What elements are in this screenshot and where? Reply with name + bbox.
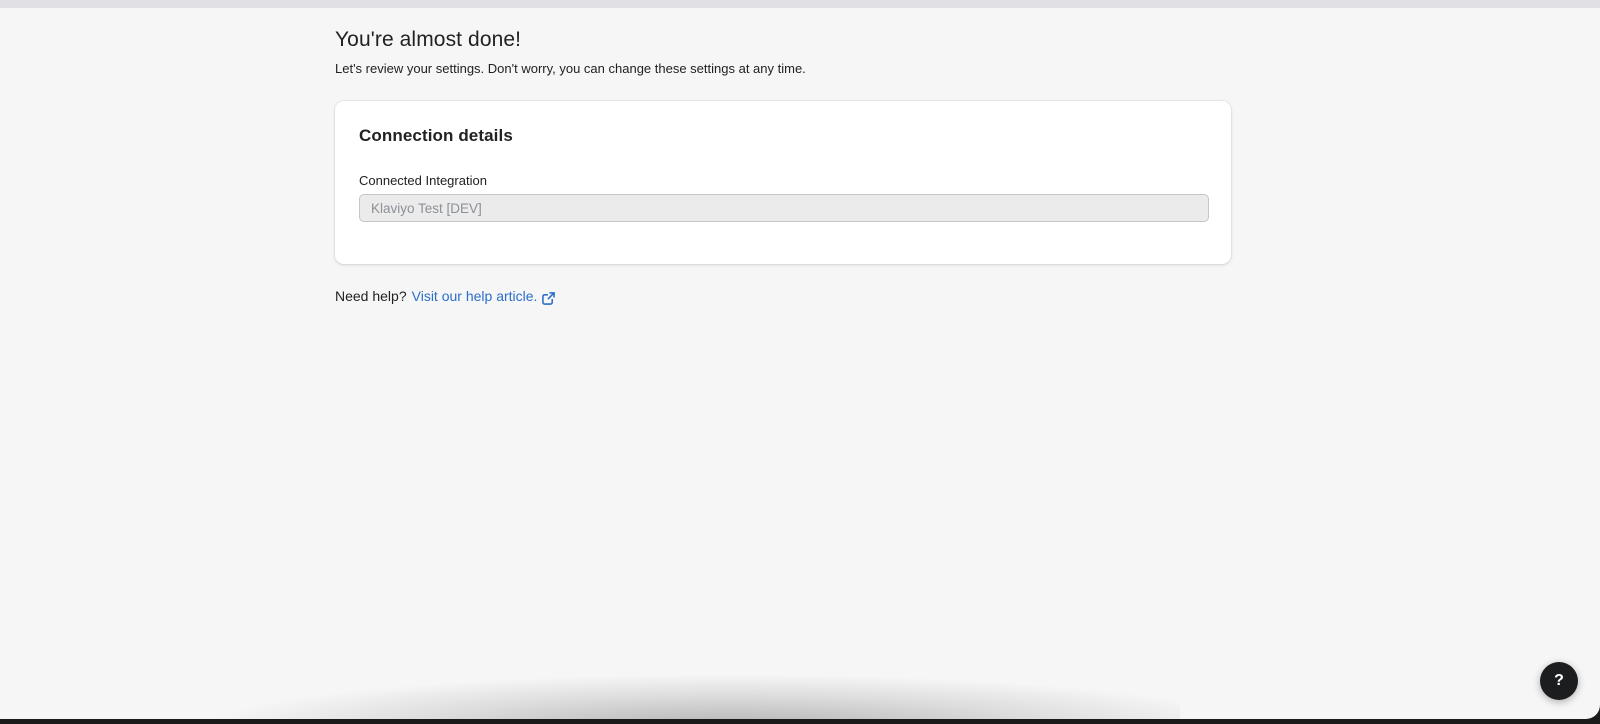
bottom-window-shadow xyxy=(180,659,1180,719)
help-article-link[interactable]: Visit our help article. xyxy=(412,286,556,306)
help-link-label: Visit our help article. xyxy=(412,286,538,306)
top-strip xyxy=(0,0,1600,8)
page-subtitle: Let's review your settings. Don't worry,… xyxy=(335,60,1231,78)
connected-integration-field: Connected Integration xyxy=(359,173,1207,222)
external-link-icon xyxy=(542,290,555,303)
main-column: You're almost done! Let's review your se… xyxy=(335,8,1231,306)
help-line: Need help? Visit our help article. xyxy=(335,286,1231,306)
connection-details-card: Connection details Connected Integration xyxy=(335,101,1231,264)
content-panel: You're almost done! Let's review your se… xyxy=(0,0,1600,719)
bottom-frame-bar xyxy=(0,719,1600,724)
browser-frame: You're almost done! Let's review your se… xyxy=(0,0,1600,724)
page-title: You're almost done! xyxy=(335,26,1231,54)
card-title: Connection details xyxy=(359,126,1207,146)
help-fab-button[interactable]: ? xyxy=(1540,662,1578,700)
connected-integration-input[interactable] xyxy=(359,194,1209,222)
help-prefix-text: Need help? xyxy=(335,286,407,306)
connected-integration-label: Connected Integration xyxy=(359,173,1207,188)
